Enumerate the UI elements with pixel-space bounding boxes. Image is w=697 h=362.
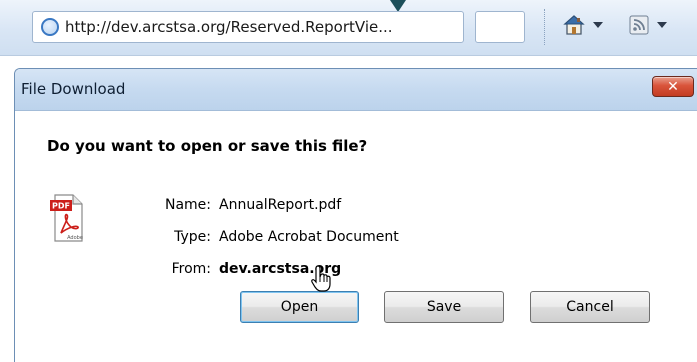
file-from-row: From: dev.arcstsa.org bbox=[115, 257, 615, 281]
toolbar-separator bbox=[544, 9, 545, 45]
open-button[interactable]: Open bbox=[240, 291, 359, 323]
browser-toolbar: http://dev.arcstsa.org/Reserved.ReportVi… bbox=[0, 0, 697, 56]
type-label: Type: bbox=[174, 229, 211, 245]
address-url: http://dev.arcstsa.org/Reserved.ReportVi… bbox=[65, 18, 393, 36]
type-value: Adobe Acrobat Document bbox=[219, 229, 399, 245]
adobe-brand-text: Adobe bbox=[67, 235, 83, 241]
dialog-question: Do you want to open or save this file? bbox=[47, 137, 368, 155]
pdf-badge-text: PDF bbox=[52, 202, 70, 211]
feeds-dropdown-icon[interactable] bbox=[657, 22, 667, 28]
from-label: From: bbox=[171, 261, 211, 277]
feeds-button[interactable] bbox=[625, 10, 697, 40]
address-bar[interactable]: http://dev.arcstsa.org/Reserved.ReportVi… bbox=[32, 11, 464, 43]
close-button[interactable]: ✕ bbox=[652, 76, 694, 97]
close-icon: ✕ bbox=[667, 78, 679, 95]
file-type-row: Type: Adobe Acrobat Document bbox=[115, 225, 615, 249]
hand-cursor-icon bbox=[311, 265, 331, 292]
file-download-dialog: File Download ✕ Do you want to open or s… bbox=[14, 68, 697, 362]
name-value: AnnualReport.pdf bbox=[219, 197, 342, 213]
file-name-row: Name: AnnualReport.pdf bbox=[115, 193, 615, 217]
dialog-titlebar[interactable]: File Download ✕ bbox=[15, 69, 697, 111]
rss-feed-icon bbox=[629, 15, 649, 35]
pdf-file-icon: PDF Adobe bbox=[50, 194, 83, 242]
save-button[interactable]: Save bbox=[384, 291, 504, 323]
search-field[interactable] bbox=[475, 11, 525, 43]
dialog-title: File Download bbox=[21, 80, 126, 98]
home-icon bbox=[563, 15, 585, 35]
cancel-button[interactable]: Cancel bbox=[530, 291, 650, 323]
ie-page-icon bbox=[41, 18, 59, 36]
home-button[interactable] bbox=[555, 10, 611, 40]
dialog-body: Do you want to open or save this file? P… bbox=[15, 111, 697, 362]
home-dropdown-icon[interactable] bbox=[593, 22, 603, 28]
name-label: Name: bbox=[164, 197, 211, 213]
